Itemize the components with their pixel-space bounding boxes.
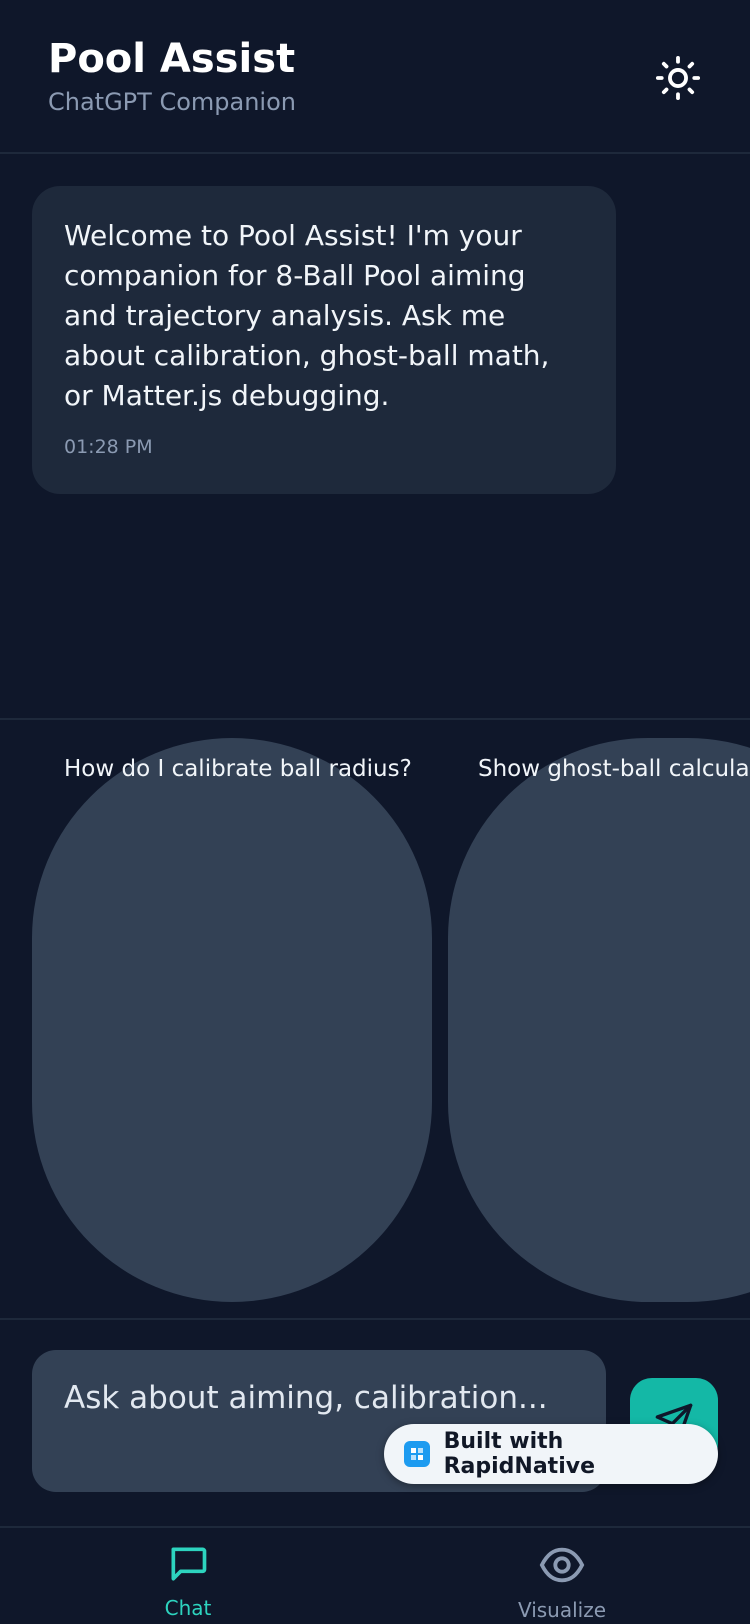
message-text: Welcome to Pool Assist! I'm your compani…	[64, 219, 550, 412]
suggestion-list[interactable]: How do I calibrate ball radius? Show gho…	[0, 718, 750, 1320]
app-header: Pool Assist ChatGPT Companion	[0, 0, 750, 154]
nav-item-visualize[interactable]: Visualize	[462, 1542, 662, 1624]
nav-item-chat[interactable]: Chat	[88, 1542, 288, 1624]
chat-icon	[171, 1547, 207, 1581]
message-timestamp: 01:28 PM	[64, 436, 153, 458]
app-subtitle: ChatGPT Companion	[48, 88, 296, 116]
nav-label-visualize: Visualize	[517, 1598, 607, 1622]
eye-icon	[539, 1547, 585, 1583]
assistant-message: Welcome to Pool Assist! I'm your compani…	[32, 186, 616, 494]
suggestion-label[interactable]: How do I calibrate ball radius?	[64, 756, 412, 782]
rapidnative-logo-icon	[404, 1441, 430, 1467]
nav-label-chat: Chat	[164, 1596, 212, 1620]
suggestion-chip[interactable]	[32, 738, 432, 1302]
suggestion-label[interactable]: Show ghost-ball calculati	[478, 756, 750, 782]
rapidnative-badge[interactable]: Built with RapidNative	[384, 1424, 718, 1484]
suggestion-chip[interactable]	[448, 738, 750, 1302]
app-title: Pool Assist	[48, 36, 296, 82]
composer: Ask about aiming, calibration...	[0, 1318, 750, 1528]
theme-toggle-button[interactable]	[652, 52, 704, 104]
chat-messages[interactable]: Welcome to Pool Assist! I'm your compani…	[0, 154, 750, 718]
sun-icon	[655, 55, 701, 101]
bottom-nav: Chat Visualize	[0, 1528, 750, 1624]
badge-text: Built with RapidNative	[443, 1429, 595, 1479]
